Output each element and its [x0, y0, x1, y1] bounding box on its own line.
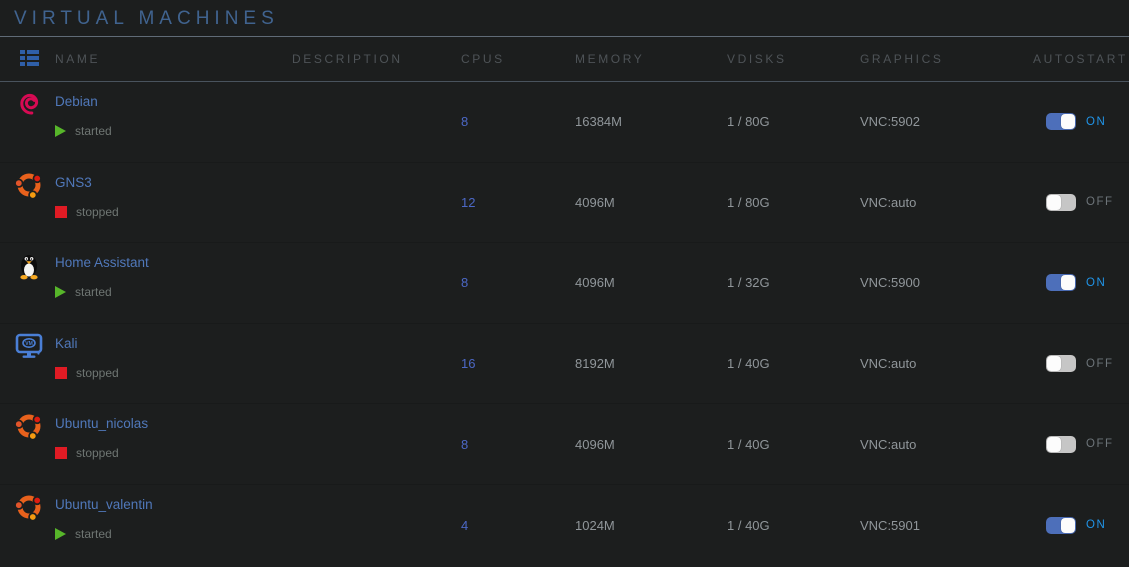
autostart-toggle[interactable]: [1046, 113, 1076, 130]
toggle-knob: [1061, 518, 1075, 533]
vm-state-label: stopped: [76, 366, 119, 380]
autostart-toggle[interactable]: [1046, 194, 1076, 211]
memory-value: 4096M: [575, 243, 727, 323]
ubuntu-icon[interactable]: [13, 169, 45, 201]
toggle-knob: [1047, 437, 1061, 452]
header-cpus: CPUS: [461, 52, 575, 66]
vm-description: [292, 404, 461, 484]
vm-state-icon: [55, 286, 66, 298]
autostart-toggle[interactable]: [1046, 436, 1076, 453]
virtual-machines-page: VIRTUAL MACHINES NAME DESCRIPTION CPUS M…: [0, 0, 1129, 567]
header-description: DESCRIPTION: [292, 52, 461, 66]
vm-state: stopped: [55, 205, 119, 219]
graphics-value: VNC:auto: [860, 163, 1033, 243]
graphics-value: VNC:5901: [860, 485, 1033, 566]
vdisks-value: 1 / 80G: [727, 163, 860, 243]
vm-state-icon: [55, 125, 66, 137]
header-graphics: GRAPHICS: [860, 52, 1033, 66]
vm-state: stopped: [55, 366, 119, 380]
memory-value: 1024M: [575, 485, 727, 566]
table-row: Ubuntu_valentin started 4 1024M 1 / 40G …: [0, 485, 1129, 566]
vm-state: started: [55, 285, 112, 299]
table-row: Debian started 8 16384M 1 / 80G VNC:5902…: [0, 82, 1129, 163]
list-view-icon: [20, 50, 39, 66]
graphics-value: VNC:auto: [860, 324, 1033, 404]
header-name: NAME: [55, 52, 292, 66]
linux-tux-icon[interactable]: [13, 249, 45, 281]
vm-description: [292, 163, 461, 243]
vm-name-link[interactable]: Debian: [55, 94, 98, 109]
header-autostart: AUTOSTART: [1033, 52, 1129, 66]
cpus-link[interactable]: 8: [461, 114, 468, 129]
toggle-knob: [1061, 275, 1075, 290]
vm-name-link[interactable]: Kali: [55, 336, 78, 351]
memory-value: 16384M: [575, 82, 727, 162]
vm-description: [292, 82, 461, 162]
vm-description: [292, 324, 461, 404]
vm-name-link[interactable]: Ubuntu_valentin: [55, 497, 153, 512]
vm-name-link[interactable]: Ubuntu_nicolas: [55, 416, 148, 431]
vdisks-value: 1 / 40G: [727, 324, 860, 404]
autostart-label: ON: [1086, 116, 1106, 128]
autostart-label: ON: [1086, 519, 1106, 531]
vm-state: started: [55, 527, 112, 541]
autostart-toggle[interactable]: [1046, 274, 1076, 291]
debian-icon[interactable]: [13, 88, 45, 120]
autostart-toggle[interactable]: [1046, 517, 1076, 534]
cpus-link[interactable]: 12: [461, 195, 475, 210]
vm-state-icon: [55, 367, 67, 379]
vm-name-link[interactable]: Home Assistant: [55, 255, 149, 270]
vm-state-label: started: [75, 527, 112, 541]
table-header: NAME DESCRIPTION CPUS MEMORY VDISKS GRAP…: [0, 37, 1129, 82]
header-memory: MEMORY: [575, 52, 727, 66]
header-vdisks: VDISKS: [727, 52, 860, 66]
vm-table-body: Debian started 8 16384M 1 / 80G VNC:5902…: [0, 82, 1129, 566]
table-row: GNS3 stopped 12 4096M 1 / 80G VNC:auto O…: [0, 163, 1129, 244]
ubuntu-icon[interactable]: [13, 491, 45, 523]
toggle-knob: [1047, 195, 1061, 210]
vm-state-label: stopped: [76, 446, 119, 460]
vm-monitor-icon[interactable]: VM: [13, 330, 45, 362]
vm-state-icon: [55, 447, 67, 459]
toggle-knob: [1047, 356, 1061, 371]
vm-state-label: stopped: [76, 205, 119, 219]
table-row: Home Assistant started 8 4096M 1 / 32G V…: [0, 243, 1129, 324]
vm-state: started: [55, 124, 112, 138]
ubuntu-icon[interactable]: [13, 410, 45, 442]
vdisks-value: 1 / 40G: [727, 485, 860, 566]
memory-value: 4096M: [575, 163, 727, 243]
table-row: Ubuntu_nicolas stopped 8 4096M 1 / 40G V…: [0, 404, 1129, 485]
page-title: VIRTUAL MACHINES: [14, 8, 279, 29]
vm-description: [292, 243, 461, 323]
graphics-value: VNC:5900: [860, 243, 1033, 323]
vm-state-icon: [55, 206, 67, 218]
graphics-value: VNC:auto: [860, 404, 1033, 484]
svg-text:VM: VM: [25, 341, 33, 347]
memory-value: 4096M: [575, 404, 727, 484]
vm-description: [292, 485, 461, 566]
memory-value: 8192M: [575, 324, 727, 404]
autostart-label: OFF: [1086, 438, 1114, 450]
cpus-link[interactable]: 8: [461, 437, 468, 452]
vm-name-link[interactable]: GNS3: [55, 175, 92, 190]
autostart-label: ON: [1086, 277, 1106, 289]
vdisks-value: 1 / 40G: [727, 404, 860, 484]
autostart-label: OFF: [1086, 358, 1114, 370]
autostart-label: OFF: [1086, 196, 1114, 208]
table-row: VM Kali stopped 16 8192M 1 / 40G VNC:aut…: [0, 324, 1129, 405]
vm-state-label: started: [75, 124, 112, 138]
toggle-knob: [1061, 114, 1075, 129]
cpus-link[interactable]: 4: [461, 518, 468, 533]
page-title-bar: VIRTUAL MACHINES: [0, 0, 1129, 37]
vdisks-value: 1 / 32G: [727, 243, 860, 323]
graphics-value: VNC:5902: [860, 82, 1033, 162]
autostart-toggle[interactable]: [1046, 355, 1076, 372]
vm-state-icon: [55, 528, 66, 540]
cpus-link[interactable]: 16: [461, 356, 475, 371]
cpus-link[interactable]: 8: [461, 275, 468, 290]
vm-state: stopped: [55, 446, 119, 460]
table-view-icon: [13, 50, 55, 69]
vdisks-value: 1 / 80G: [727, 82, 860, 162]
vm-state-label: started: [75, 285, 112, 299]
